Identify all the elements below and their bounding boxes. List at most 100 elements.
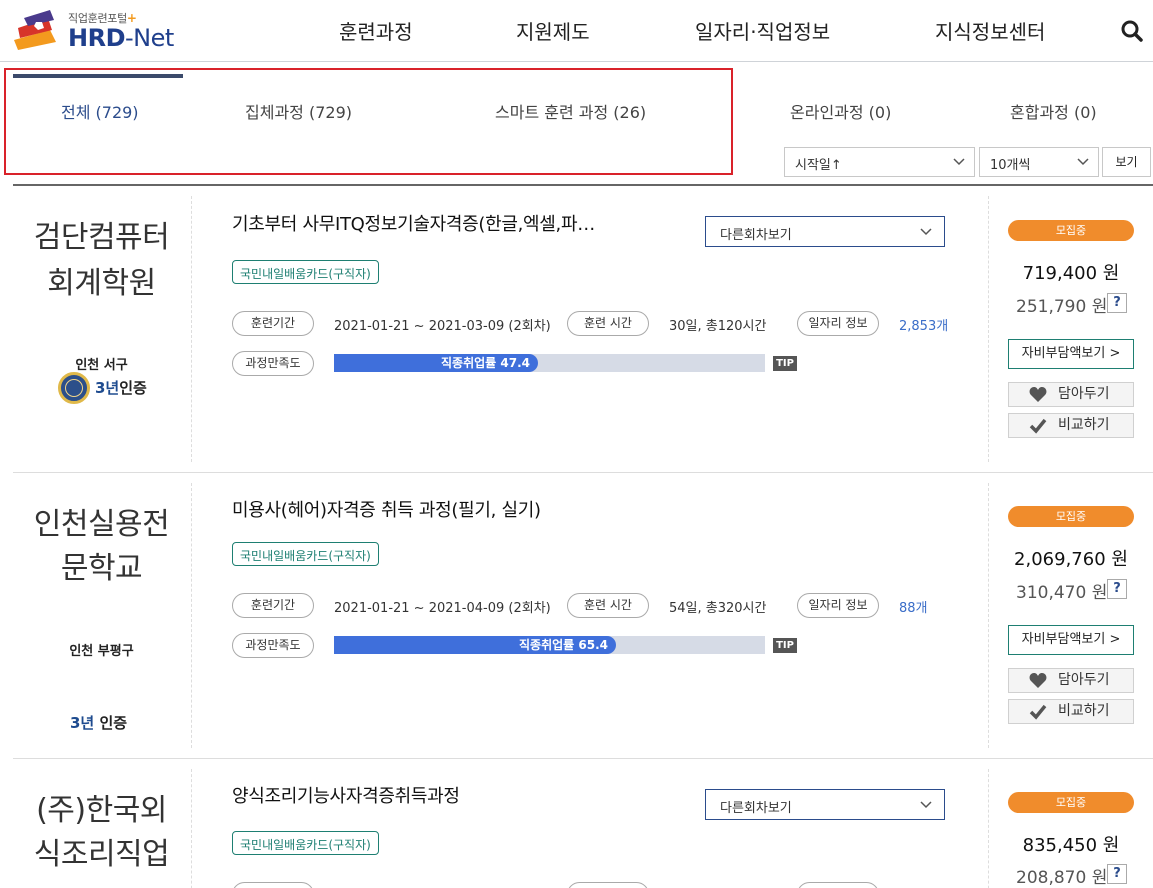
status-badge: 모집중 xyxy=(1008,506,1134,527)
training-period: 2021-01-21 ~ 2021-04-09 (2회차) xyxy=(334,601,551,616)
course-price: 2,069,760 원 xyxy=(1014,549,1128,570)
employment-rate-bar: 직종취업률 65.4 xyxy=(334,636,765,654)
jobs-count-link[interactable]: 2,853개 xyxy=(899,315,948,334)
chevron-down-icon xyxy=(1077,158,1089,166)
tab-classroom[interactable]: 집체과정 (729) xyxy=(245,99,352,123)
training-period: 2021-01-21 ~ 2021-03-09 (2회차) xyxy=(334,319,551,334)
period-label-pill: 훈련기간 xyxy=(232,593,314,618)
jobs-label-pill: 일자리 정보 xyxy=(797,311,879,336)
save-course-button[interactable]: 담아두기 xyxy=(1008,382,1134,407)
column-divider xyxy=(191,769,192,888)
nav-jobs-info[interactable]: 일자리·직업정보 xyxy=(695,16,830,45)
heart-icon xyxy=(1029,387,1047,402)
employment-rate-label: 직종취업률 65.4 xyxy=(519,638,608,652)
tip-button[interactable]: TIP xyxy=(773,356,797,371)
jobs-count-link[interactable]: 88개 xyxy=(899,597,928,616)
chevron-down-icon xyxy=(920,801,932,809)
tip-button[interactable]: TIP xyxy=(773,638,797,653)
cert-years: 3년 xyxy=(70,714,95,732)
heart-icon xyxy=(1029,673,1047,688)
tab-all[interactable]: 전체 (729) xyxy=(61,99,139,123)
employment-rate-bar: 직종취업률 47.4 xyxy=(334,354,765,372)
course-title[interactable]: 기초부터 사무ITQ정보기술자격증(한글,엑셀,파… xyxy=(232,210,595,236)
certification-3year: 3년인증 xyxy=(95,377,147,398)
other-round-label: 다른회차보기 xyxy=(720,228,792,243)
logo-mark-icon xyxy=(14,10,56,50)
logo-plus: + xyxy=(126,11,137,25)
institution-name-line1[interactable]: 인천실용전 xyxy=(13,503,190,547)
nav-knowledge-center[interactable]: 지식정보센터 xyxy=(935,16,1045,45)
hours-label-pill xyxy=(567,882,649,888)
view-button[interactable]: 보기 xyxy=(1102,147,1151,177)
other-round-select[interactable]: 다른회차보기 xyxy=(705,216,945,247)
per-page-select-value: 10개씩 xyxy=(990,158,1031,173)
cert-label: 인증 xyxy=(119,379,147,397)
institution-name-line1[interactable]: (주)한국외 xyxy=(13,789,190,833)
jobs-label-pill: 일자리 정보 xyxy=(797,593,879,618)
excellence-seal-icon xyxy=(58,372,90,404)
course-title[interactable]: 미용사(헤어)자격증 취득 과정(필기, 실기) xyxy=(232,496,541,522)
course-card: 인천실용전 문학교 인천 부평구 3년 인증 미용사(헤어)자격증 취득 과정(… xyxy=(13,473,1153,758)
satisfaction-label-pill: 과정만족도 xyxy=(232,633,314,658)
cert-years: 3년 xyxy=(95,379,120,397)
help-question-button[interactable]: ? xyxy=(1107,293,1127,313)
tab-blended[interactable]: 혼합과정 (0) xyxy=(1010,99,1097,123)
help-question-button[interactable]: ? xyxy=(1107,579,1127,599)
institution-name-line2[interactable]: 회계학원 xyxy=(13,262,190,306)
card-type-tag: 국민내일배움카드(구직자) xyxy=(232,260,379,284)
card-type-tag: 국민내일배움카드(구직자) xyxy=(232,542,379,566)
check-icon xyxy=(1029,418,1047,434)
compare-course-button[interactable]: 비교하기 xyxy=(1008,413,1134,438)
other-round-select[interactable]: 다른회차보기 xyxy=(705,789,945,820)
card-type-tag: 국민내일배움카드(구직자) xyxy=(232,831,379,855)
institution-name-line2[interactable]: 식조리직업 xyxy=(13,833,190,877)
status-badge: 모집중 xyxy=(1008,792,1134,813)
active-tab-indicator xyxy=(13,74,183,78)
column-divider xyxy=(988,769,989,888)
compare-course-label: 비교하기 xyxy=(1058,703,1110,719)
chevron-down-icon xyxy=(920,228,932,236)
period-label-pill xyxy=(232,882,314,888)
course-title[interactable]: 양식조리기능사자격증취득과정 xyxy=(232,782,460,808)
self-pay-amount: 251,790 원 xyxy=(1016,297,1108,317)
help-question-button[interactable]: ? xyxy=(1107,864,1127,884)
course-card: (주)한국외 식조리직업 양식조리기능사자격증취득과정 다른회차보기 국민내일배… xyxy=(13,759,1153,888)
hours-label-pill: 훈련 시간 xyxy=(567,593,649,618)
save-course-label: 담아두기 xyxy=(1058,386,1110,402)
tab-online[interactable]: 온라인과정 (0) xyxy=(790,99,891,123)
sort-select[interactable]: 시작일↑ xyxy=(784,147,975,177)
check-icon xyxy=(1029,704,1047,720)
compare-course-button[interactable]: 비교하기 xyxy=(1008,699,1134,724)
save-course-label: 담아두기 xyxy=(1058,672,1110,688)
institution-name-line1[interactable]: 검단컴퓨터 xyxy=(13,216,190,260)
search-icon[interactable] xyxy=(1120,19,1144,43)
tab-smart-training[interactable]: 스마트 훈련 과정 (26) xyxy=(495,99,646,123)
view-self-pay-button[interactable]: 자비부담액보기 > xyxy=(1008,625,1134,655)
view-self-pay-button[interactable]: 자비부담액보기 > xyxy=(1008,339,1134,369)
course-price: 719,400 원 xyxy=(1022,263,1120,284)
institution-name-line2[interactable]: 문학교 xyxy=(13,547,190,591)
period-label-pill: 훈련기간 xyxy=(232,311,314,336)
site-header: 직업훈련포털+ HRD-Net 훈련과정 지원제도 일자리·직업정보 지식정보센… xyxy=(0,0,1153,62)
nav-support-system[interactable]: 지원제도 xyxy=(516,16,590,45)
satisfaction-label-pill: 과정만족도 xyxy=(232,351,314,376)
column-divider xyxy=(191,483,192,748)
self-pay-amount: 208,870 원 xyxy=(1016,868,1108,888)
hrd-net-logo[interactable]: 직업훈련포털+ HRD-Net xyxy=(10,6,185,54)
employment-rate-label: 직종취업률 47.4 xyxy=(441,356,530,370)
nav-training-courses[interactable]: 훈련과정 xyxy=(339,16,413,45)
status-badge: 모집중 xyxy=(1008,220,1134,241)
column-divider xyxy=(988,483,989,748)
course-card: 검단컴퓨터 회계학원 인천 서구 3년인증 기초부터 사무ITQ정보기술자격증(… xyxy=(13,186,1153,472)
institution-location: 인천 서구 xyxy=(75,358,128,373)
other-round-label: 다른회차보기 xyxy=(720,801,792,816)
logo-title-suffix: -Net xyxy=(125,24,174,52)
self-pay-amount: 310,470 원 xyxy=(1016,583,1108,603)
sort-select-value: 시작일↑ xyxy=(795,158,842,173)
logo-title: HRD xyxy=(68,24,126,52)
training-hours: 54일, 총320시간 xyxy=(669,601,767,616)
per-page-select[interactable]: 10개씩 xyxy=(979,147,1099,177)
jobs-label-pill xyxy=(797,882,879,888)
save-course-button[interactable]: 담아두기 xyxy=(1008,668,1134,693)
column-divider xyxy=(988,196,989,462)
